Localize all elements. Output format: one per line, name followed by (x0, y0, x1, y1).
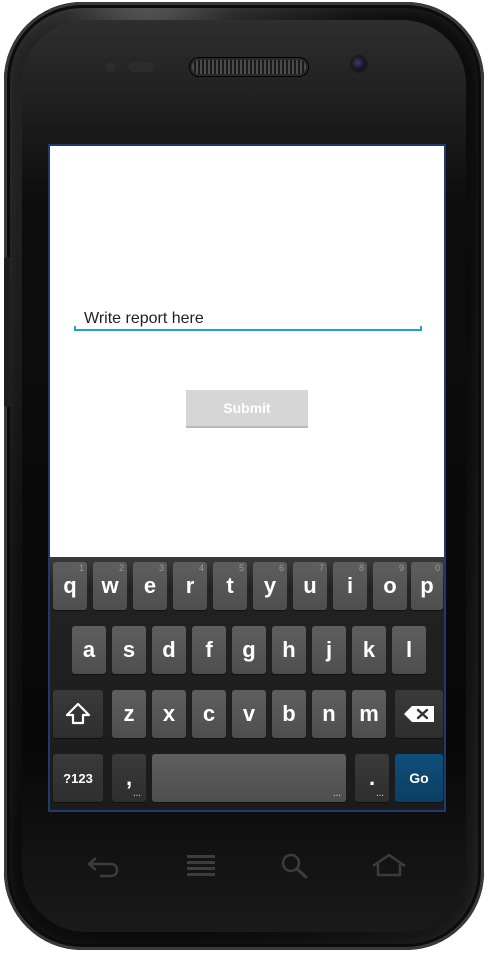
key-t[interactable]: t5 (213, 562, 247, 610)
period-key[interactable]: . … (355, 754, 389, 802)
key-hint: 2 (118, 563, 124, 573)
front-camera (352, 57, 366, 71)
key-y[interactable]: y6 (253, 562, 287, 610)
key-z[interactable]: z (112, 690, 146, 738)
key-hint: 1 (78, 563, 84, 573)
key-k[interactable]: k (352, 626, 386, 674)
backspace-key[interactable] (395, 690, 443, 738)
key-r[interactable]: r4 (173, 562, 207, 610)
more-dots: … (133, 789, 141, 798)
comma-label: , (125, 765, 133, 790)
key-x[interactable]: x (152, 690, 186, 738)
key-e[interactable]: e3 (133, 562, 167, 610)
period-label: . (368, 765, 376, 790)
home-icon[interactable] (371, 852, 407, 878)
recent-apps-icon[interactable] (185, 853, 217, 881)
key-a[interactable]: a (72, 626, 106, 674)
key-hint: 3 (158, 563, 164, 573)
key-hint: 7 (318, 563, 324, 573)
key-w[interactable]: w2 (93, 562, 127, 610)
key-l[interactable]: l (392, 626, 426, 674)
key-p[interactable]: p0 (411, 562, 443, 610)
more-dots: … (333, 789, 341, 798)
key-j[interactable]: j (312, 626, 346, 674)
key-m[interactable]: m (352, 690, 386, 738)
go-key[interactable]: Go (395, 754, 443, 802)
key-hint: 9 (398, 563, 404, 573)
key-label: o (383, 573, 397, 598)
key-n[interactable]: n (312, 690, 346, 738)
proximity-sensor (106, 62, 116, 72)
key-label: i (346, 573, 354, 598)
key-label: p (420, 573, 434, 598)
app-content: Submit (50, 146, 444, 557)
key-label: w (101, 573, 119, 598)
submit-button[interactable]: Submit (186, 390, 308, 428)
key-h[interactable]: h (272, 626, 306, 674)
space-key[interactable]: … (152, 754, 346, 802)
key-d[interactable]: d (152, 626, 186, 674)
key-i[interactable]: i8 (333, 562, 367, 610)
key-label: y (263, 573, 277, 598)
key-label: u (303, 573, 317, 598)
shift-icon (65, 702, 91, 725)
side-button (4, 257, 10, 407)
light-sensor (128, 62, 154, 72)
key-o[interactable]: o9 (373, 562, 407, 610)
key-q[interactable]: q1 (53, 562, 87, 610)
key-u[interactable]: u7 (293, 562, 327, 610)
backspace-icon (404, 706, 434, 722)
key-v[interactable]: v (232, 690, 266, 738)
search-icon[interactable] (280, 852, 310, 880)
key-hint: 4 (198, 563, 204, 573)
key-f[interactable]: f (192, 626, 226, 674)
key-g[interactable]: g (232, 626, 266, 674)
back-icon[interactable] (86, 852, 120, 878)
soft-keyboard: q1 w2 e3 r4 t5 y6 u7 i8 o9 p0 a s d f g … (50, 557, 444, 810)
key-label: q (63, 573, 77, 598)
comma-key[interactable]: , … (112, 754, 146, 802)
key-label: r (185, 573, 195, 598)
key-hint: 6 (278, 563, 284, 573)
earpiece-speaker (192, 60, 306, 74)
more-dots: … (376, 789, 384, 798)
key-hint: 0 (434, 563, 440, 573)
key-hint: 5 (238, 563, 244, 573)
symbols-key[interactable]: ?123 (53, 754, 103, 802)
key-s[interactable]: s (112, 626, 146, 674)
key-hint: 8 (358, 563, 364, 573)
key-label: e (143, 573, 157, 598)
report-input-underline (74, 326, 422, 331)
phone-screen: Submit q1 w2 e3 r4 t5 y6 u7 i8 o9 p0 a s… (48, 144, 446, 812)
key-label: t (226, 573, 234, 598)
shift-key[interactable] (53, 690, 103, 738)
key-b[interactable]: b (272, 690, 306, 738)
key-c[interactable]: c (192, 690, 226, 738)
